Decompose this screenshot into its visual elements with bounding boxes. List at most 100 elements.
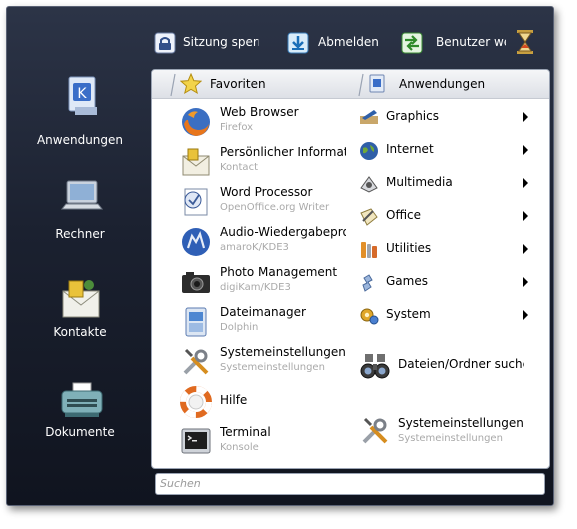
office-icon — [360, 208, 378, 226]
favorite-desc: Dolphin — [220, 322, 259, 333]
switch-user-button[interactable]: Benutzer wechseln — [400, 27, 506, 61]
header-divider-icon — [170, 73, 176, 97]
sidebar-item-contacts-label: Kontakte — [53, 325, 107, 339]
firefox-icon — [182, 108, 210, 136]
favorite-name: Photo Management — [220, 265, 338, 279]
category-utilities[interactable]: Utilities — [356, 236, 532, 262]
favorite-desc: Kontact — [220, 162, 258, 173]
favorite-desc: Konsole — [220, 442, 259, 453]
favorite-desc: OpenOffice.org Writer — [220, 202, 330, 213]
favorite-item-terminal[interactable]: Terminal Konsole — [176, 423, 346, 461]
category-label: System — [386, 307, 431, 321]
favorite-item-kontact[interactable]: Persönlicher Informationsmanager Kontact — [176, 143, 346, 181]
logout-button[interactable]: Abmelden — [286, 27, 386, 61]
launcher-panel: Favoriten Anwendungen Web Browser Firefo… — [151, 69, 550, 469]
favorite-name: Hilfe — [220, 393, 248, 407]
sidebar-item-documents[interactable]: Dokumente — [25, 373, 135, 463]
svg-text:K: K — [77, 86, 87, 102]
panel-header: Favoriten Anwendungen — [152, 70, 549, 99]
chevron-right-icon — [523, 277, 528, 287]
dolphin-icon — [185, 307, 207, 337]
system-settings-desc: Systemeinstellungen — [398, 433, 503, 444]
chevron-right-icon — [523, 145, 528, 155]
category-graphics[interactable]: Graphics — [356, 104, 532, 130]
category-label: Multimedia — [386, 175, 453, 189]
category-label: Internet — [386, 142, 434, 156]
search-box[interactable] — [155, 473, 545, 495]
amarok-icon — [182, 228, 210, 256]
chevron-right-icon — [523, 244, 528, 254]
category-office[interactable]: Office — [356, 203, 532, 229]
favorite-name: Systemeinstellungen — [220, 345, 346, 359]
category-multimedia[interactable]: Multimedia — [356, 170, 532, 196]
favorite-item-file-manager[interactable]: Dateimanager Dolphin — [176, 303, 346, 341]
favorite-name: Word Processor — [220, 185, 313, 199]
category-internet[interactable]: Internet — [356, 137, 532, 163]
sidebar-item-contacts[interactable]: Kontakte — [25, 273, 135, 363]
applications-tab[interactable]: Anwendungen — [399, 77, 485, 91]
favorite-item-photo-management[interactable]: Photo Management digiKam/KDE3 — [176, 263, 346, 301]
category-label: Utilities — [386, 241, 432, 255]
hourglass-icon — [517, 30, 533, 54]
favorite-item-audio-player[interactable]: Audio-Wiedergabeprogramm amaroK/KDE3 — [176, 223, 346, 261]
switch-user-label: Benutzer wechseln — [436, 35, 506, 49]
writer-icon — [184, 188, 208, 216]
category-games[interactable]: Games — [356, 269, 532, 295]
find-files-button[interactable]: Dateien/Ordner suchen — [356, 348, 532, 382]
tools-icon — [183, 348, 209, 375]
lock-session-button[interactable]: Sitzung sperren — [153, 27, 259, 61]
sidebar-item-computer[interactable]: Rechner — [25, 175, 135, 265]
terminal-icon — [181, 428, 211, 454]
star-icon — [180, 73, 202, 95]
applications-header-icon — [369, 74, 385, 93]
contacts-icon — [62, 280, 100, 318]
multimedia-icon — [360, 176, 378, 193]
favorite-name: Terminal — [220, 425, 271, 439]
favorites-tab[interactable]: Favoriten — [210, 77, 266, 91]
system-settings-button[interactable]: Systemeinstellungen Systemeinstellungen — [356, 412, 532, 450]
sidebar-item-documents-label: Dokumente — [45, 425, 115, 439]
applications-icon: K — [68, 76, 97, 115]
sidebar-item-applications-label: Anwendungen — [36, 133, 124, 147]
lock-session-label: Sitzung sperren — [183, 35, 259, 49]
graphics-icon — [360, 110, 378, 124]
logout-icon — [287, 32, 309, 54]
favorite-name: Web Browser — [220, 105, 299, 119]
globe-icon — [360, 142, 378, 160]
favorite-desc: amaroK/KDE3 — [220, 242, 289, 253]
chevron-right-icon — [523, 211, 528, 221]
favorite-item-help[interactable]: Hilfe — [176, 383, 346, 421]
games-icon — [362, 274, 373, 292]
chevron-right-icon — [523, 310, 528, 320]
category-system[interactable]: System — [356, 302, 532, 328]
favorite-item-word-processor[interactable]: Word Processor OpenOffice.org Writer — [176, 183, 346, 221]
camera-icon — [182, 272, 210, 293]
kontact-icon — [182, 148, 210, 176]
favorite-name: Audio-Wiedergabeprogramm — [220, 225, 346, 239]
header-divider-icon — [358, 73, 364, 97]
help-icon — [180, 386, 212, 418]
tools-icon — [362, 417, 388, 444]
find-files-label: Dateien/Ordner suchen — [398, 357, 524, 371]
favorite-desc: Firefox — [220, 122, 254, 133]
lock-icon — [154, 32, 176, 54]
laptop-icon — [60, 180, 104, 210]
typewriter-icon — [61, 382, 103, 417]
category-label: Office — [386, 208, 422, 222]
system-icon — [360, 308, 379, 325]
favorite-desc: digiKam/KDE3 — [220, 282, 291, 293]
sidebar-item-applications[interactable]: K Anwendungen — [25, 73, 135, 163]
favorite-desc: Systemeinstellungen — [220, 362, 325, 373]
sidebar-item-computer-label: Rechner — [55, 227, 105, 241]
category-label: Graphics — [386, 109, 439, 123]
favorite-item-system-settings[interactable]: Systemeinstellungen Systemeinstellungen — [176, 343, 346, 381]
favorite-item-web-browser[interactable]: Web Browser Firefox — [176, 103, 346, 141]
favorite-name: Dateimanager — [220, 305, 306, 319]
search-input[interactable] — [156, 474, 540, 492]
system-settings-label: Systemeinstellungen — [398, 416, 524, 430]
switch-user-icon — [401, 32, 423, 54]
logout-label: Abmelden — [318, 35, 379, 49]
chevron-right-icon — [523, 178, 528, 188]
category-label: Games — [386, 274, 428, 288]
application-launcher-menu: Sitzung sperren Abmelden Benutzer wechse… — [6, 6, 554, 506]
